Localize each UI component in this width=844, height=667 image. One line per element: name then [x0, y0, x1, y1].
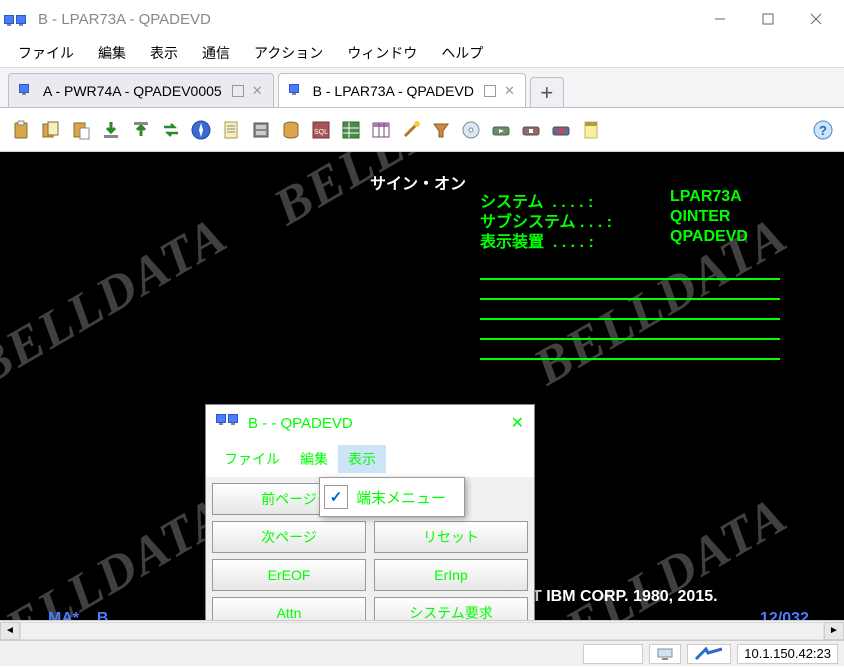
scroll-left-icon[interactable]: ◄ — [0, 622, 20, 640]
doc-icon[interactable] — [218, 117, 244, 143]
reset-button[interactable]: リセット — [374, 521, 528, 553]
erinp-button[interactable]: ErInp — [374, 559, 528, 591]
dialog-menu-view[interactable]: 表示 — [338, 445, 386, 473]
menubar: ファイル 編集 表示 通信 アクション ウィンドウ ヘルプ — [0, 38, 844, 68]
table-icon[interactable] — [368, 117, 394, 143]
input-field[interactable] — [480, 278, 780, 280]
menu-file[interactable]: ファイル — [6, 39, 86, 67]
scroll-right-icon[interactable]: ► — [824, 622, 844, 640]
sysreq-button[interactable]: システム要求 — [374, 597, 528, 620]
window-title: B - LPAR73A - QPADEVD — [38, 11, 696, 28]
menu-edit[interactable]: 編集 — [86, 39, 138, 67]
grid-db-icon[interactable] — [338, 117, 364, 143]
terminal-screen[interactable]: BELLDATA BELLDATA BELLDATA BELLDATA BELL… — [0, 152, 844, 620]
keypad-dialog: B - - QPADEVD ✕ ファイル 編集 表示 ✓ 端末メニュー 前ページ… — [205, 404, 535, 620]
menu-window[interactable]: ウィンドウ — [335, 39, 429, 67]
maximize-button[interactable] — [744, 0, 792, 38]
dialog-titlebar: B - - QPADEVD ✕ — [206, 405, 534, 441]
dialog-menubar: ファイル 編集 表示 — [206, 441, 534, 477]
tab-label: B - LPAR73A - QPADEVD — [313, 83, 474, 99]
wand-icon[interactable] — [398, 117, 424, 143]
svg-text:SQL: SQL — [314, 129, 328, 136]
tab-maximize-icon[interactable] — [232, 85, 244, 97]
label-display: 表示装置 . . . . : — [480, 228, 594, 252]
attn-button[interactable]: Attn — [212, 597, 366, 620]
db-stack-icon[interactable] — [278, 117, 304, 143]
transfer-icon[interactable] — [158, 117, 184, 143]
play-icon[interactable] — [488, 117, 514, 143]
statusbar: 10.1.150.42:23 — [0, 640, 844, 666]
filter-icon[interactable] — [428, 117, 454, 143]
terminal-icon — [19, 84, 37, 98]
dropdown-label: 端末メニュー — [356, 487, 446, 508]
value-display: QPADEVD — [670, 228, 748, 246]
app-icon — [4, 10, 32, 28]
dialog-close-icon[interactable]: ✕ — [511, 413, 524, 433]
record-icon[interactable] — [548, 117, 574, 143]
copy-icon[interactable] — [38, 117, 64, 143]
tab-close-icon[interactable]: ✕ — [504, 83, 515, 99]
input-field[interactable] — [480, 318, 780, 320]
sql-icon[interactable]: SQL — [308, 117, 334, 143]
tab-session-b[interactable]: B - LPAR73A - QPADEVD ✕ — [278, 73, 526, 107]
menu-help[interactable]: ヘルプ — [429, 39, 495, 67]
tab-label: A - PWR74A - QPADEV0005 — [43, 83, 222, 99]
horizontal-scrollbar[interactable]: ◄ ► — [0, 620, 844, 640]
tab-close-icon[interactable]: ✕ — [252, 83, 263, 99]
menu-action[interactable]: アクション — [242, 39, 335, 67]
value-subsystem: QINTER — [670, 208, 730, 226]
stop-icon[interactable] — [518, 117, 544, 143]
menu-comm[interactable]: 通信 — [190, 39, 242, 67]
clipboard-icon[interactable] — [8, 117, 34, 143]
help-icon[interactable]: ? — [810, 117, 836, 143]
connection-address: 10.1.150.42:23 — [737, 644, 838, 664]
terminal-icon — [216, 414, 242, 432]
next-page-button[interactable]: 次ページ — [212, 521, 366, 553]
view-dropdown: ✓ 端末メニュー — [319, 477, 465, 517]
input-field[interactable] — [480, 298, 780, 300]
dialog-title: B - - QPADEVD — [248, 415, 353, 432]
dialog-menu-edit[interactable]: 編集 — [290, 445, 338, 473]
value-system: LPAR73A — [670, 188, 742, 206]
dialog-body: ✓ 端末メニュー 前ページ 次ページ リセット ErEOF ErInp Attn… — [206, 477, 534, 620]
terminal-icon — [289, 84, 307, 98]
dialog-menu-file[interactable]: ファイル — [214, 445, 290, 473]
minimize-button[interactable] — [696, 0, 744, 38]
note-icon[interactable] — [578, 117, 604, 143]
server-icon[interactable] — [248, 117, 274, 143]
signon-header: サイン・オン — [370, 170, 466, 194]
upload-icon[interactable] — [128, 117, 154, 143]
compass-icon[interactable] — [188, 117, 214, 143]
svg-text:?: ? — [819, 123, 827, 138]
tab-maximize-icon[interactable] — [484, 85, 496, 97]
connection-status-icon — [687, 644, 731, 664]
cd-icon[interactable] — [458, 117, 484, 143]
window-titlebar: B - LPAR73A - QPADEVD — [0, 0, 844, 38]
dropdown-item-terminal-menu[interactable]: ✓ 端末メニュー — [320, 478, 464, 516]
paste-icon[interactable] — [68, 117, 94, 143]
close-button[interactable] — [792, 0, 840, 38]
menu-view[interactable]: 表示 — [138, 39, 190, 67]
status-right: 12/032 — [760, 610, 809, 620]
status-icon — [649, 644, 681, 664]
toolbar: SQL ? — [0, 108, 844, 152]
status-left: MA* B — [48, 610, 108, 620]
ereof-button[interactable]: ErEOF — [212, 559, 366, 591]
scroll-track[interactable] — [20, 622, 824, 640]
input-field[interactable] — [480, 358, 780, 360]
tabbar: A - PWR74A - QPADEV0005 ✕ B - LPAR73A - … — [0, 68, 844, 108]
tab-session-a[interactable]: A - PWR74A - QPADEV0005 ✕ — [8, 73, 274, 107]
tab-add-button[interactable]: + — [530, 77, 564, 107]
download-icon[interactable] — [98, 117, 124, 143]
input-field[interactable] — [480, 338, 780, 340]
check-icon: ✓ — [324, 485, 348, 509]
status-indicator — [583, 644, 643, 664]
